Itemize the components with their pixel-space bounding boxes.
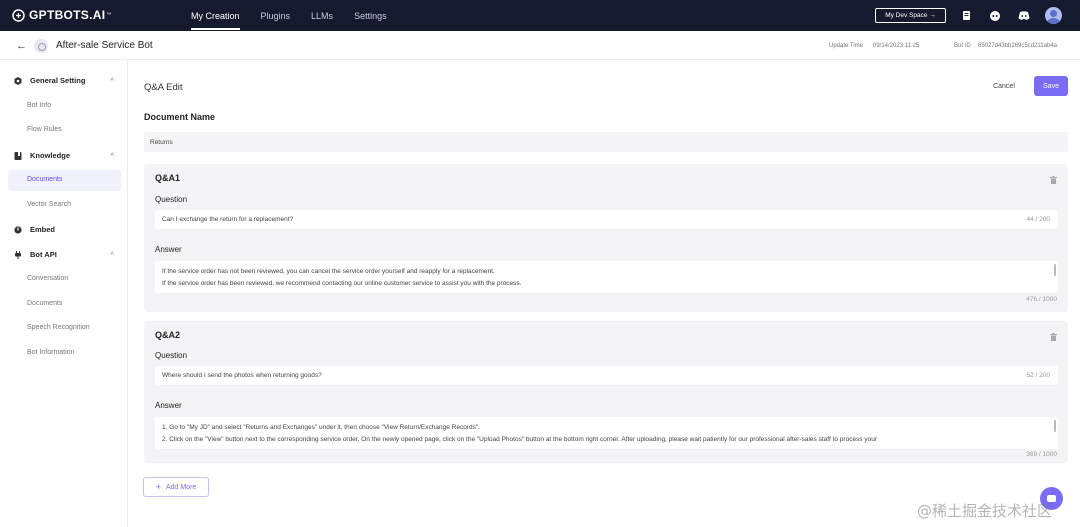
add-more-label: Add More xyxy=(165,483,197,491)
textarea-scrollbar[interactable] xyxy=(1054,420,1056,432)
trash-icon[interactable] xyxy=(1050,333,1057,341)
sidebar-item-bot-information[interactable]: Bot Information xyxy=(27,349,74,356)
discord-icon[interactable] xyxy=(1017,9,1030,22)
logo-tm: ™ xyxy=(106,12,112,18)
plug-icon xyxy=(15,250,21,259)
question-label: Question xyxy=(155,195,188,204)
answer-char-count: 369 / 1000 xyxy=(1026,451,1057,458)
watermark: @稀土掘金技术社区 xyxy=(917,502,1053,520)
sidebar-item-flow-rules[interactable]: Flow Rules xyxy=(27,126,62,133)
plus-icon: + xyxy=(155,482,161,492)
logo-text: GPTBOTS.AI xyxy=(29,8,106,22)
bot-avatar-icon xyxy=(34,39,48,53)
trash-icon[interactable] xyxy=(1050,176,1057,184)
sidebar-section-label: Bot API xyxy=(30,250,57,259)
chevron-up-icon[interactable]: ^ xyxy=(110,252,114,258)
sidebar-section-knowledge[interactable]: Knowledge ^ xyxy=(14,151,114,160)
question-input[interactable]: Where should I send the photos when retu… xyxy=(155,366,1058,385)
back-arrow-icon[interactable]: ← xyxy=(16,40,27,52)
question-input[interactable]: Can I exchange the return for a replacem… xyxy=(155,210,1058,229)
answer-textarea[interactable]: If the service order has not been review… xyxy=(155,261,1058,293)
question-text: Where should I send the photos when retu… xyxy=(162,372,322,379)
answer-label: Answer xyxy=(155,401,182,410)
book-icon xyxy=(14,151,22,160)
sidebar-item-api-documents[interactable]: Documents xyxy=(27,300,62,307)
answer-label: Answer xyxy=(155,245,182,254)
sidebar-item-speech-recognition[interactable]: Speech Recognition xyxy=(27,324,90,331)
sidebar-section-label: Knowledge xyxy=(30,151,71,160)
textarea-scrollbar[interactable] xyxy=(1054,264,1056,276)
sidebar-section-label: General Setting xyxy=(30,76,86,85)
add-more-button[interactable]: + Add More xyxy=(143,477,209,497)
update-time-label: Update Time xyxy=(829,43,864,49)
document-name-input[interactable]: Returns xyxy=(144,132,1068,152)
embed-icon xyxy=(14,225,22,234)
question-char-count: 52 / 200 xyxy=(1026,372,1051,379)
bot-id-label: Bot ID xyxy=(954,43,971,49)
sidebar-section-bot-api[interactable]: Bot API ^ xyxy=(14,250,114,259)
sidebar-item-documents[interactable]: Documents xyxy=(27,176,62,183)
bot-name: After-sale Service Bot xyxy=(56,40,153,51)
document-name-label: Document Name xyxy=(144,112,216,122)
qa-title: Q&A2 xyxy=(155,330,181,340)
gptbots-logo-icon xyxy=(12,8,25,22)
bot-header: ← After-sale Service Bot Update Time 09/… xyxy=(0,31,1080,60)
nav-llms[interactable]: LLMs xyxy=(311,11,333,21)
sidebar-section-label: Embed xyxy=(30,225,56,234)
main-content: Q&A Edit Cancel Save Document Name Retur… xyxy=(128,60,1080,527)
qa-card: Q&A1 Question Can I exchange the return … xyxy=(144,164,1068,312)
sidebar-item-conversation[interactable]: Conversation xyxy=(27,275,68,282)
answer-line: 1. Go to "My JD" and select "Returns and… xyxy=(162,424,480,431)
user-avatar[interactable] xyxy=(1045,7,1062,24)
nav-my-creation[interactable]: My Creation xyxy=(191,11,240,30)
sidebar-section-general-setting[interactable]: General Setting ^ xyxy=(14,76,114,85)
nav-settings[interactable]: Settings xyxy=(354,11,387,21)
question-label: Question xyxy=(155,351,188,360)
answer-line: If the service order has not been review… xyxy=(162,268,495,275)
bot-icon[interactable] xyxy=(988,9,1001,22)
top-navbar: GPTBOTS.AI ™ My Creation Plugins LLMs Set… xyxy=(0,0,1080,31)
cancel-button[interactable]: Cancel xyxy=(985,77,1023,95)
answer-char-count: 476 / 1000 xyxy=(1026,296,1057,303)
qa-card: Q&A2 Question Where should I send the ph… xyxy=(144,321,1068,463)
answer-line: If the service order has been reviewed, … xyxy=(162,280,522,287)
document-icon[interactable] xyxy=(960,9,973,22)
qa-title: Q&A1 xyxy=(155,173,181,183)
question-text: Can I exchange the return for a replacem… xyxy=(162,216,294,223)
chevron-up-icon[interactable]: ^ xyxy=(110,78,114,84)
sidebar: General Setting ^ Bot Info Flow Rules Kn… xyxy=(0,60,128,527)
sidebar-section-embed[interactable]: Embed xyxy=(14,225,114,234)
save-button[interactable]: Save xyxy=(1034,76,1068,96)
question-char-count: 44 / 200 xyxy=(1026,216,1051,223)
sidebar-item-bot-info[interactable]: Bot Info xyxy=(27,102,51,109)
chevron-up-icon[interactable]: ^ xyxy=(110,153,114,159)
bot-id-value: 65027d43bb269c5cd211ab4a xyxy=(978,43,1057,49)
nav-plugins[interactable]: Plugins xyxy=(261,11,291,21)
answer-line: 2. Click on the "View" button next to th… xyxy=(162,436,878,443)
answer-textarea[interactable]: 1. Go to "My JD" and select "Returns and… xyxy=(155,417,1058,449)
sidebar-active-highlight xyxy=(8,170,121,191)
update-time-value: 09/14/2023 11:25 xyxy=(873,43,920,49)
sidebar-item-vector-search[interactable]: Vector Search xyxy=(27,201,71,208)
main-nav: My Creation Plugins LLMs Settings xyxy=(191,11,408,30)
my-dev-space-button[interactable]: My Dev Space → xyxy=(875,8,946,23)
gear-icon xyxy=(14,76,22,85)
page-title: Q&A Edit xyxy=(144,82,183,93)
logo[interactable]: GPTBOTS.AI ™ xyxy=(12,8,112,22)
